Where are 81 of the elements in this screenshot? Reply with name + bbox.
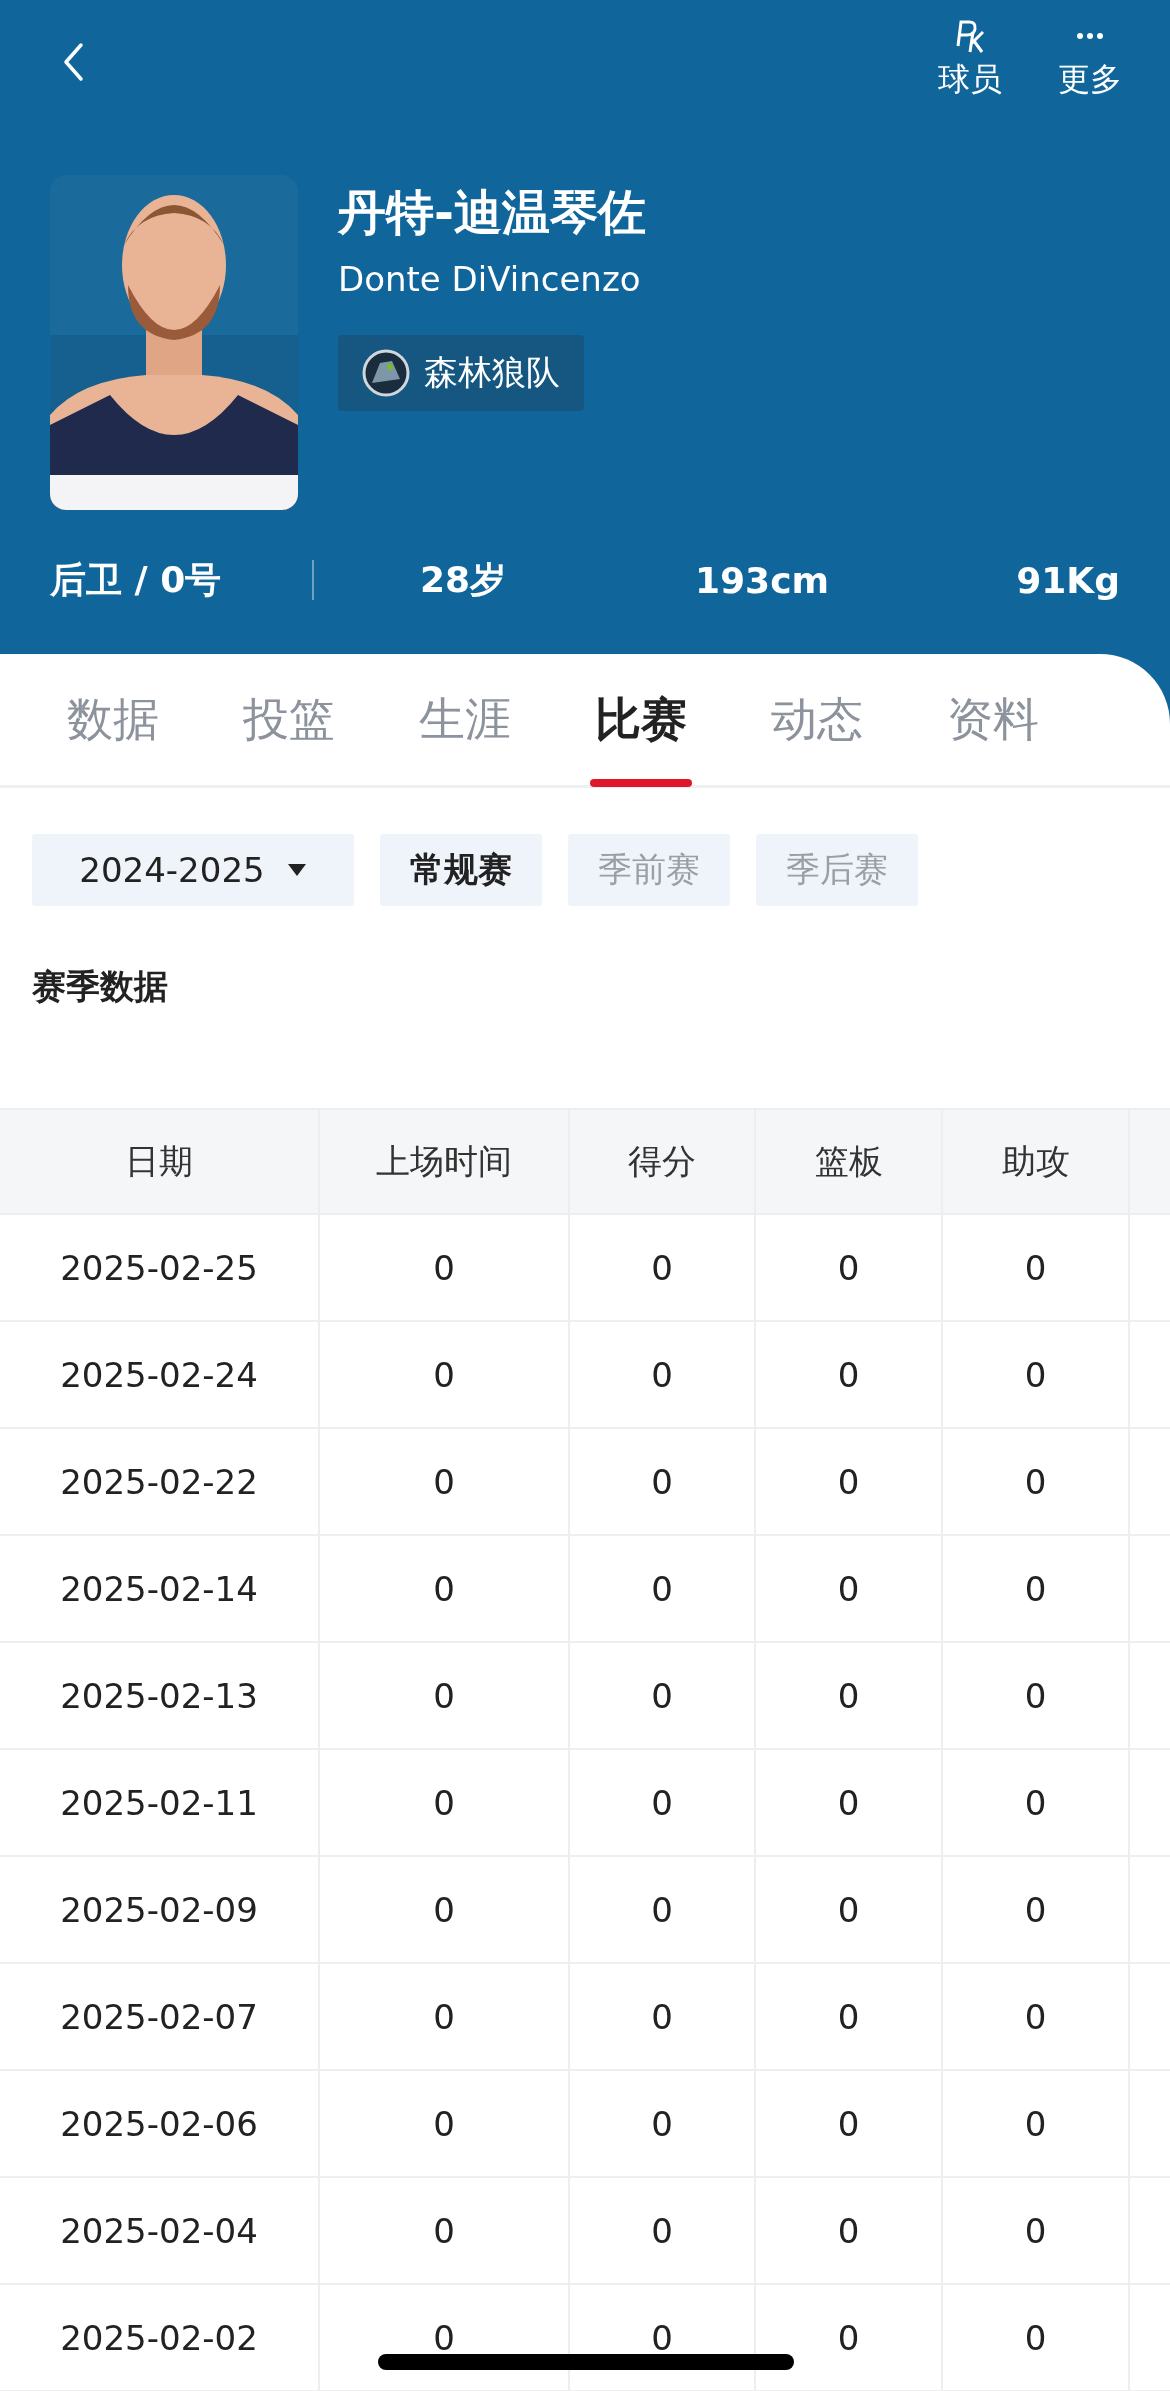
table-cell: 0 bbox=[320, 1536, 570, 1641]
table-cell: 0 bbox=[943, 1429, 1130, 1534]
position-number: 后卫 / 0号 bbox=[50, 557, 222, 602]
tab[interactable]: 比赛 bbox=[578, 652, 704, 787]
tab[interactable]: 生涯 bbox=[402, 652, 528, 787]
tab[interactable]: 动态 bbox=[754, 652, 880, 787]
table-cell: 0 bbox=[570, 1322, 756, 1427]
table-cell: 0 bbox=[320, 1964, 570, 2069]
table-cell: 2025-02-13 bbox=[0, 1643, 320, 1748]
table-cell: 0 bbox=[943, 1215, 1130, 1320]
table-cell: 0 bbox=[570, 1857, 756, 1962]
table-cell: 0 bbox=[570, 1964, 756, 2069]
table-cell: 2025-02-06 bbox=[0, 2071, 320, 2176]
game-type-filter[interactable]: 季前赛 bbox=[568, 834, 730, 906]
player-english-name: Donte DiVincenzo bbox=[338, 259, 641, 299]
table-cell: 2025-02-11 bbox=[0, 1750, 320, 1855]
table-cell: 0 bbox=[943, 1750, 1130, 1855]
table-cell: 0 bbox=[756, 2071, 943, 2176]
table-cell: 0 bbox=[756, 1429, 943, 1534]
tab[interactable]: 数据 bbox=[50, 652, 176, 787]
back-icon[interactable] bbox=[62, 42, 84, 82]
column-header: 篮板 bbox=[756, 1110, 943, 1213]
table-cell: 0 bbox=[570, 1215, 756, 1320]
table-cell: 0 bbox=[320, 2071, 570, 2176]
table-cell: 0 bbox=[943, 1643, 1130, 1748]
table-cell: 0 bbox=[320, 1857, 570, 1962]
age: 28岁 bbox=[420, 557, 507, 602]
table-cell: 0 bbox=[943, 1857, 1130, 1962]
table-cell: 0 bbox=[943, 1536, 1130, 1641]
tab[interactable]: 投篮 bbox=[226, 652, 352, 787]
column-header: 日期 bbox=[0, 1110, 320, 1213]
table-cell: 0 bbox=[756, 1857, 943, 1962]
table-cell: 0 bbox=[320, 1643, 570, 1748]
table-cell: 2025-02-24 bbox=[0, 1322, 320, 1427]
table-cell: 0 bbox=[756, 2178, 943, 2283]
table-cell: 0 bbox=[570, 1536, 756, 1641]
section-title: 赛季数据 bbox=[32, 965, 169, 1008]
table-cell: 0 bbox=[943, 2285, 1130, 2390]
team-logo-icon bbox=[362, 349, 410, 397]
table-cell: 2025-02-07 bbox=[0, 1964, 320, 2069]
more-button[interactable]: 更多 bbox=[1058, 18, 1122, 102]
team-tag[interactable]: 森林狼队 bbox=[338, 335, 584, 411]
tab[interactable]: 资料 bbox=[930, 652, 1056, 787]
column-header: 上场时间 bbox=[320, 1110, 570, 1213]
game-type-filter[interactable]: 常规赛 bbox=[380, 834, 542, 906]
more-icon bbox=[1077, 33, 1103, 39]
table-cell: 0 bbox=[756, 1322, 943, 1427]
table-cell: 0 bbox=[943, 1322, 1130, 1427]
table-cell: 0 bbox=[570, 1429, 756, 1534]
table-cell: 0 bbox=[320, 1750, 570, 1855]
season-dropdown[interactable]: 2024-2025 bbox=[32, 834, 354, 906]
table-cell: 0 bbox=[320, 1322, 570, 1427]
game-type-filter[interactable]: 季后赛 bbox=[756, 834, 918, 906]
column-header: 助攻 bbox=[943, 1110, 1130, 1213]
table-cell: 2025-02-25 bbox=[0, 1215, 320, 1320]
table-cell: 0 bbox=[320, 1429, 570, 1534]
table-cell: 0 bbox=[320, 1215, 570, 1320]
height: 193cm bbox=[695, 559, 829, 601]
table-cell: 0 bbox=[943, 2071, 1130, 2176]
table-cell: 2025-02-02 bbox=[0, 2285, 320, 2390]
player-name: 丹特-迪温琴佐 bbox=[338, 183, 646, 242]
table-cell: 0 bbox=[756, 1536, 943, 1641]
caret-icon bbox=[286, 863, 307, 877]
column-header: 得分 bbox=[570, 1110, 756, 1213]
table-cell: 0 bbox=[943, 1964, 1130, 2069]
table-cell: 2025-02-09 bbox=[0, 1857, 320, 1962]
table-cell: 0 bbox=[756, 1643, 943, 1748]
table-cell: 2025-02-14 bbox=[0, 1536, 320, 1641]
table-cell: 0 bbox=[570, 1643, 756, 1748]
table-cell: 2025-02-04 bbox=[0, 2178, 320, 2283]
table-cell: 0 bbox=[570, 2178, 756, 2283]
table-cell: 0 bbox=[320, 2178, 570, 2283]
table-cell: 0 bbox=[570, 1750, 756, 1855]
table-cell: 0 bbox=[943, 2178, 1130, 2283]
table-cell: 0 bbox=[756, 1964, 943, 2069]
table-cell: 0 bbox=[756, 1215, 943, 1320]
table-cell: 0 bbox=[756, 1750, 943, 1855]
table-cell: 2025-02-22 bbox=[0, 1429, 320, 1534]
weight: 91Kg bbox=[1016, 559, 1120, 601]
compare-button[interactable]: 球员 bbox=[938, 18, 1002, 102]
table-cell: 0 bbox=[570, 2071, 756, 2176]
